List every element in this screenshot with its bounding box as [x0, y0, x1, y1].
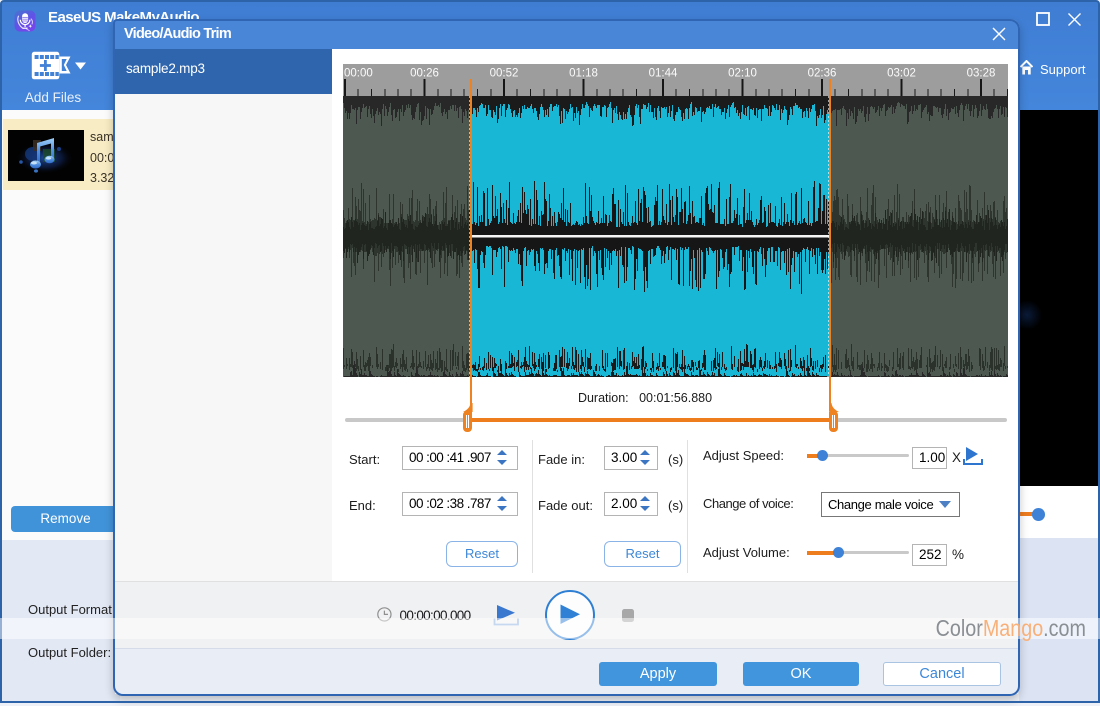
svg-text:02:10: 02:10 [728, 68, 757, 80]
svg-text:00:26: 00:26 [410, 68, 439, 80]
svg-text:00:00: 00:00 [344, 68, 373, 80]
svg-text:03:02: 03:02 [887, 68, 916, 80]
svg-text:00:52: 00:52 [490, 68, 519, 80]
svg-text:01:44: 01:44 [649, 68, 678, 80]
svg-text:03:28: 03:28 [967, 68, 996, 80]
svg-text:02:36: 02:36 [808, 68, 837, 80]
svg-text:01:18: 01:18 [569, 68, 598, 80]
